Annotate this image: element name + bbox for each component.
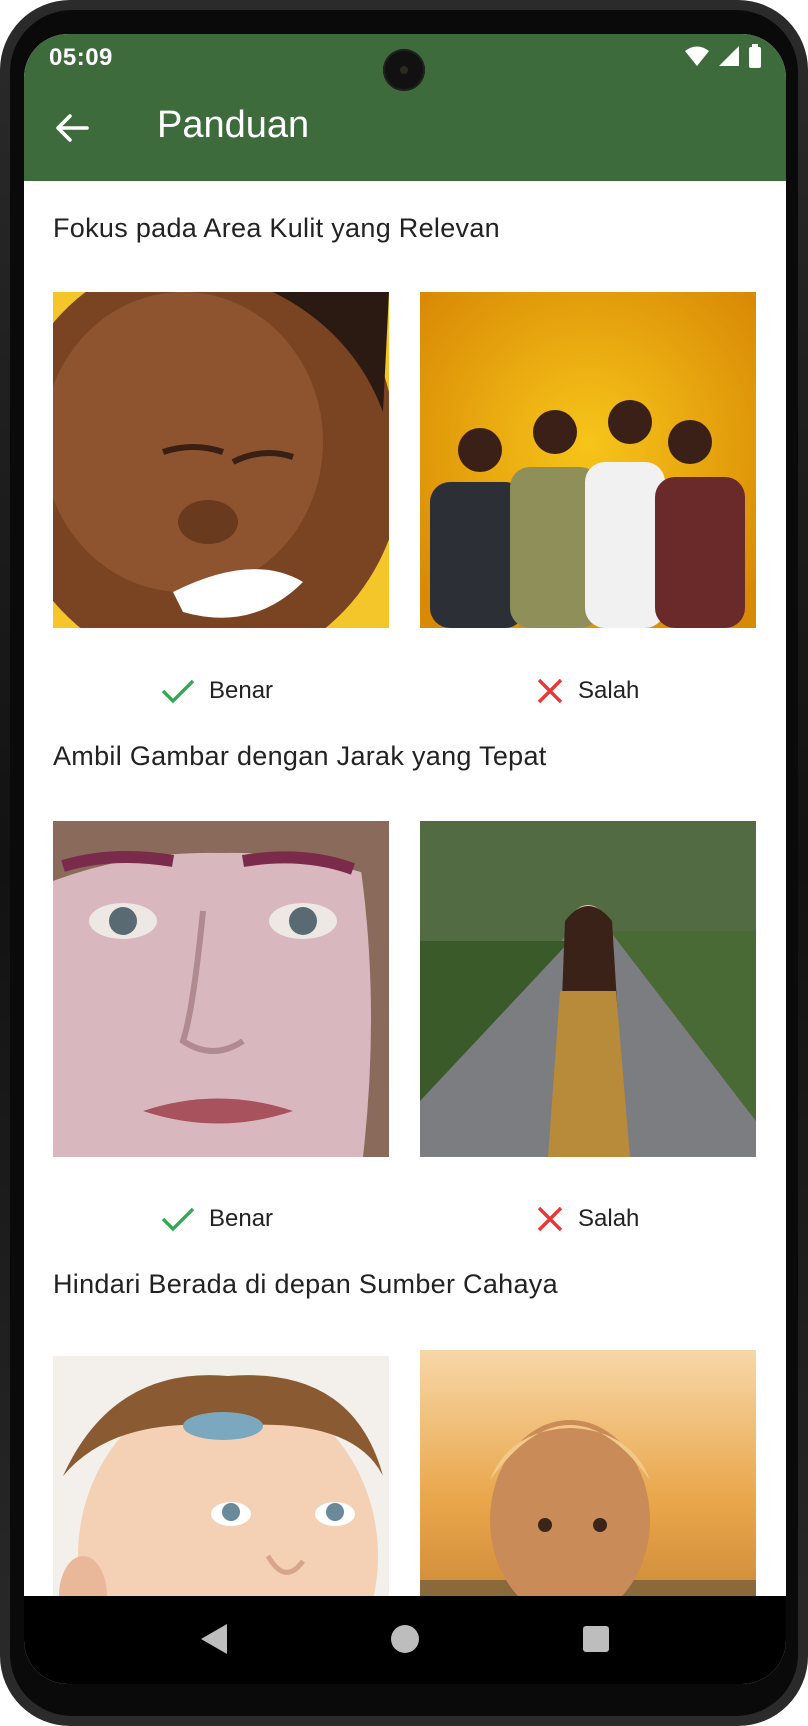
verdict-correct: Benar (161, 1205, 273, 1233)
front-camera (383, 49, 425, 91)
verdict-label: Benar (209, 677, 274, 704)
example-photo-backlit-child (420, 1350, 756, 1631)
status-icons (684, 44, 762, 68)
verdict-correct: Benar (161, 677, 273, 705)
verdict-label: Salah (578, 1205, 640, 1232)
example-photo-group-people (420, 292, 756, 628)
app-bar: 05:09 Panduan (24, 34, 786, 181)
cross-icon (537, 678, 563, 704)
verdict-wrong: Salah (536, 1205, 639, 1233)
check-icon (161, 679, 195, 704)
back-button[interactable] (52, 108, 92, 148)
back-triangle-icon[interactable] (199, 1622, 229, 1656)
status-time: 05:09 (49, 44, 113, 71)
cross-icon (537, 1206, 563, 1232)
arrow-left-icon (56, 114, 89, 142)
signal-icon (719, 46, 739, 66)
example-photo-close-face (53, 292, 389, 628)
recents-square-icon[interactable] (581, 1622, 611, 1656)
system-nav-bar (24, 1596, 786, 1684)
section-title-light-source: Hindari Berada di depan Sumber Cahaya (53, 1269, 558, 1299)
page-title: Panduan (157, 104, 310, 146)
wifi-icon (685, 46, 709, 66)
verdict-wrong: Salah (536, 677, 639, 705)
home-circle-icon[interactable] (389, 1622, 421, 1656)
guide-content: Fokus pada Area Kulit yang Relevan Benar… (24, 181, 786, 1631)
screen: 05:09 Panduan Fokus pada Area Kulit yang… (24, 34, 786, 1684)
verdict-label: Benar (209, 1205, 274, 1232)
example-photo-far-person (420, 821, 756, 1157)
section-title-skin-area: Fokus pada Area Kulit yang Relevan (53, 213, 500, 243)
example-photo-child-face (53, 1356, 389, 1631)
battery-icon (749, 44, 761, 68)
phone-frame: 05:09 Panduan Fokus pada Area Kulit yang… (0, 0, 808, 1726)
example-photo-face-close (53, 821, 389, 1157)
check-icon (161, 1207, 195, 1232)
section-title-distance: Ambil Gambar dengan Jarak yang Tepat (53, 741, 547, 771)
verdict-label: Salah (578, 677, 640, 704)
